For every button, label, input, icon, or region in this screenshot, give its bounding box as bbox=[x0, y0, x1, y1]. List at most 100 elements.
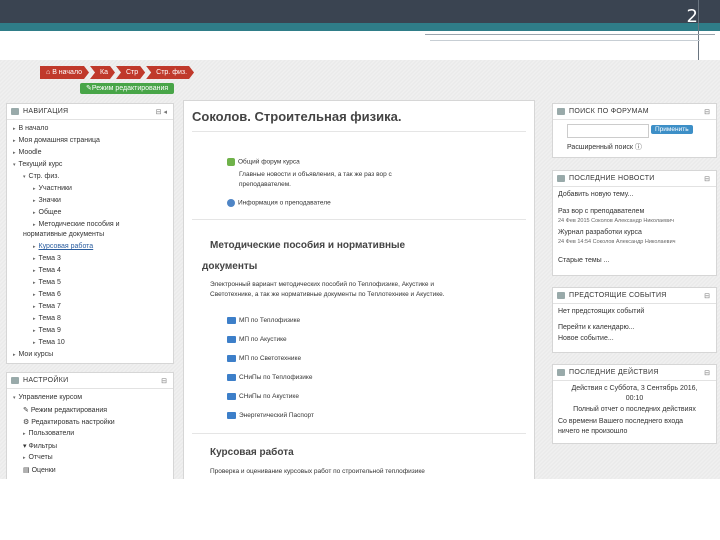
gear-icon: ⚙ bbox=[23, 419, 32, 426]
latest-news-block: ПОСЛЕДНИЕ НОВОСТИ ⊟ Добавить новую тему.… bbox=[552, 170, 717, 276]
settings-item[interactable]: ⚙ Редактировать настройки bbox=[23, 418, 115, 426]
teacher-info-link[interactable]: Информация о преподавателе bbox=[227, 199, 331, 207]
forum-link[interactable]: Общий форум курса bbox=[227, 158, 300, 166]
block-title: НАВИГАЦИЯ bbox=[23, 108, 69, 115]
nav-item[interactable]: ▸ Moodle bbox=[13, 149, 41, 156]
search-apply-button[interactable]: Применить bbox=[651, 125, 693, 134]
no-activity-text: ничего не произошло bbox=[558, 428, 628, 435]
slide-divider bbox=[425, 34, 715, 35]
slide-top-bar bbox=[0, 0, 720, 23]
activity-icon bbox=[557, 369, 565, 376]
nav-item[interactable]: ▸ Тема 10 bbox=[33, 339, 65, 346]
nav-item[interactable]: ▾ Текущий курс bbox=[13, 161, 62, 168]
slide-divider-vertical bbox=[698, 0, 699, 65]
forum-description: преподавателем. bbox=[239, 181, 291, 188]
nav-item[interactable]: ▸ Тема 9 bbox=[33, 327, 61, 334]
block-controls-icon[interactable]: ⊟ bbox=[704, 108, 710, 116]
help-icon[interactable]: ⓘ bbox=[635, 144, 642, 151]
settings-icon bbox=[11, 377, 19, 384]
nav-item[interactable]: ▸ Мои курсы bbox=[13, 351, 53, 358]
settings-item[interactable]: ▸ Пользователи bbox=[23, 430, 74, 437]
settings-item[interactable]: ✎ Режим редактирования bbox=[23, 406, 107, 414]
block-controls-icon[interactable]: ⊟ bbox=[161, 377, 167, 385]
block-controls-icon[interactable]: ⊟ bbox=[704, 292, 710, 300]
add-topic-link[interactable]: Добавить новую тему... bbox=[558, 191, 633, 198]
nav-item[interactable]: ▸ Тема 8 bbox=[33, 315, 61, 322]
slide-accent-bar bbox=[0, 23, 720, 31]
section-title: документы bbox=[202, 261, 258, 272]
folder-link[interactable]: СНиПы по Теплофизике bbox=[227, 374, 312, 381]
activity-since: Действия с Суббота, 3 Сентябрь 2016, bbox=[571, 385, 698, 392]
news-item-meta: 24 Фев 14:54 Соколов Александр Николаеви… bbox=[558, 239, 676, 245]
block-controls-icon[interactable]: ⊟ ◂ bbox=[156, 108, 167, 116]
nav-item[interactable]: ▸ Участники bbox=[33, 185, 72, 192]
nav-item[interactable]: ▸ Тема 5 bbox=[33, 279, 61, 286]
block-controls-icon[interactable]: ⊟ bbox=[704, 369, 710, 377]
breadcrumb-item-home[interactable]: ⌂ В начало bbox=[40, 66, 89, 79]
folder-icon bbox=[227, 317, 236, 324]
folder-link[interactable]: МП по Светотехнике bbox=[227, 355, 301, 362]
folder-link[interactable]: Энергетический Паспорт bbox=[227, 412, 314, 419]
forum-search-input[interactable] bbox=[567, 124, 649, 138]
breadcrumb-item[interactable]: Стр bbox=[116, 66, 145, 79]
news-item-title[interactable]: Журнал разработки курса bbox=[558, 229, 642, 236]
moodle-screenshot: ⌂ В начало Ка Стр Стр. физ. ✎Режим редак… bbox=[0, 60, 720, 479]
nav-item[interactable]: ▸ Моя домашняя страница bbox=[13, 137, 100, 144]
no-events-text: Нет предстоящих событий bbox=[558, 308, 645, 315]
full-report-link[interactable]: Полный отчет о последних действиях bbox=[563, 406, 706, 413]
nav-item[interactable]: ▸ В начало bbox=[13, 125, 48, 132]
settings-item[interactable]: ▤ Оценки bbox=[23, 466, 56, 474]
search-forums-block: ПОИСК ПО ФОРУМАМ ⊟ Применить Расширенный… bbox=[552, 103, 717, 158]
nav-item[interactable]: ▸ Тема 6 bbox=[33, 291, 61, 298]
news-item-title[interactable]: Раз вор с преподавателем bbox=[558, 208, 644, 215]
settings-block: НАСТРОЙКИ ⊟ ▾ Управление курсом ✎ Режим р… bbox=[6, 372, 174, 479]
forum-description: Главные новости и объявления, а так же р… bbox=[239, 171, 392, 178]
news-item-meta: 24 Фев 2015 Соколов Александр Николаевич bbox=[558, 218, 674, 224]
section-title: Методические пособия и нормативные bbox=[210, 240, 406, 251]
nav-item[interactable]: ▸ Методические пособия и bbox=[33, 221, 120, 228]
new-event-link[interactable]: Новое событие... bbox=[558, 335, 614, 342]
nav-item[interactable]: ▾ Стр. физ. bbox=[23, 173, 59, 180]
block-controls-icon[interactable]: ⊟ bbox=[704, 175, 710, 183]
advanced-search-link[interactable]: Расширенный поиск ⓘ bbox=[567, 142, 642, 152]
section-summary: Электронный вариант методических пособий… bbox=[210, 281, 434, 288]
block-title: ПОСЛЕДНИЕ НОВОСТИ bbox=[569, 175, 655, 182]
folder-icon bbox=[227, 412, 236, 419]
settings-item[interactable]: ▾ Управление курсом bbox=[13, 394, 82, 401]
folder-link[interactable]: МП по Теплофизике bbox=[227, 317, 300, 324]
slide-divider bbox=[430, 40, 700, 41]
forum-icon bbox=[227, 158, 235, 166]
calendar-icon bbox=[557, 292, 565, 299]
breadcrumb: ⌂ В начало Ка Стр Стр. физ. bbox=[40, 66, 195, 79]
section-summary: Проверка и оценивание курсовых работ по … bbox=[210, 468, 425, 475]
folder-icon bbox=[227, 355, 236, 362]
activity-since: 00:10 bbox=[625, 395, 644, 402]
breadcrumb-item[interactable]: Стр. физ. bbox=[146, 66, 194, 79]
block-title: ПОСЛЕДНИЕ ДЕЙСТВИЯ bbox=[569, 369, 659, 376]
calendar-link[interactable]: Перейти к календарю... bbox=[558, 324, 635, 331]
no-activity-text: Со времени Вашего последнего входа bbox=[558, 418, 684, 425]
nav-item[interactable]: ▸ Тема 7 bbox=[33, 303, 61, 310]
navigation-icon bbox=[11, 108, 19, 115]
settings-item[interactable]: ▸ Отчеты bbox=[23, 454, 53, 461]
edit-mode-button[interactable]: ✎Режим редактирования bbox=[80, 83, 175, 94]
search-icon bbox=[557, 108, 565, 115]
folder-icon bbox=[227, 336, 236, 343]
older-topics-link[interactable]: Старые темы ... bbox=[558, 257, 609, 264]
upcoming-events-block: ПРЕДСТОЯЩИЕ СОБЫТИЯ ⊟ Нет предстоящих со… bbox=[552, 287, 717, 353]
breadcrumb-item[interactable]: Ка bbox=[90, 66, 115, 79]
folder-icon bbox=[227, 393, 236, 400]
recent-activity-block: ПОСЛЕДНИЕ ДЕЙСТВИЯ ⊟ Действия с Суббота,… bbox=[552, 364, 717, 444]
nav-item[interactable]: ▸ Тема 3 bbox=[33, 255, 61, 262]
news-icon bbox=[557, 175, 565, 182]
grades-icon: ▤ bbox=[23, 467, 32, 474]
settings-item[interactable]: ▾ Фильтры bbox=[23, 442, 57, 450]
nav-item-current[interactable]: ▸ Курсовая работа bbox=[33, 243, 93, 250]
block-title: НАСТРОЙКИ bbox=[23, 377, 69, 384]
nav-item[interactable]: ▸ Значки bbox=[33, 197, 61, 204]
nav-item[interactable]: ▸ Общее bbox=[33, 209, 61, 216]
nav-item-continued: нормативные документы bbox=[23, 231, 105, 238]
nav-item[interactable]: ▸ Тема 4 bbox=[33, 267, 61, 274]
folder-link[interactable]: СНиПы по Акустике bbox=[227, 393, 299, 400]
folder-link[interactable]: МП по Акустике bbox=[227, 336, 287, 343]
